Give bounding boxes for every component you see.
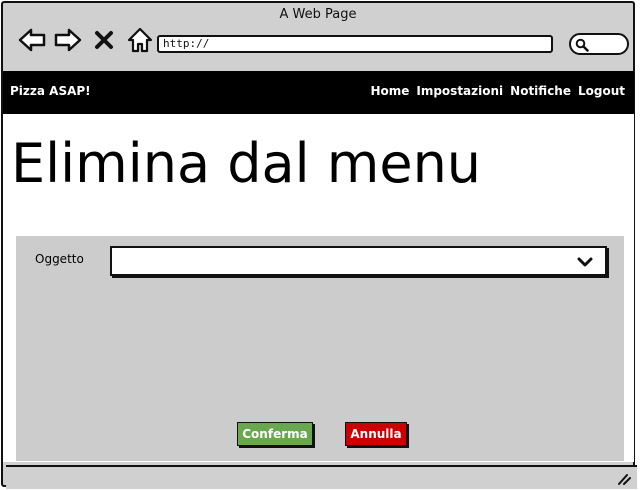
oggetto-label: Oggetto <box>35 252 84 266</box>
search-icon <box>575 38 589 52</box>
forward-arrow-icon <box>54 28 82 52</box>
back-arrow-icon <box>18 28 46 52</box>
nav-link-notifiche[interactable]: Notifiche <box>510 84 571 98</box>
nav-link-impostazioni[interactable]: Impostazioni <box>416 84 503 98</box>
delete-form-panel: Oggetto Conferma Annulla <box>16 236 624 461</box>
page-content: Elimina dal menu Oggetto Conferma Annull… <box>3 114 634 462</box>
brand-name[interactable]: Pizza ASAP! <box>10 84 91 98</box>
browser-search-field[interactable] <box>569 33 629 55</box>
oggetto-select[interactable] <box>110 246 607 276</box>
app-navbar: Pizza ASAP! Home Impostazioni Notifiche … <box>3 71 634 114</box>
nav-link-home[interactable]: Home <box>370 84 409 98</box>
home-button[interactable] <box>125 25 155 55</box>
nav-link-logout[interactable]: Logout <box>578 84 625 98</box>
browser-toolbar <box>17 25 155 55</box>
home-icon <box>127 27 153 53</box>
close-x-icon <box>95 31 113 49</box>
forward-button[interactable] <box>53 25 83 55</box>
page-title: Elimina dal menu <box>11 132 482 195</box>
cancel-button[interactable]: Annulla <box>345 422 407 446</box>
nav-links: Home Impostazioni Notifiche Logout <box>370 84 625 98</box>
confirm-button[interactable]: Conferma <box>237 422 313 446</box>
window-title: A Web Page <box>279 7 357 22</box>
resize-grip-icon[interactable] <box>617 473 631 485</box>
status-bar <box>6 465 637 489</box>
address-bar[interactable]: http:// <box>157 35 553 53</box>
chevron-down-icon <box>577 257 593 267</box>
stop-button[interactable] <box>89 25 119 55</box>
back-button[interactable] <box>17 25 47 55</box>
